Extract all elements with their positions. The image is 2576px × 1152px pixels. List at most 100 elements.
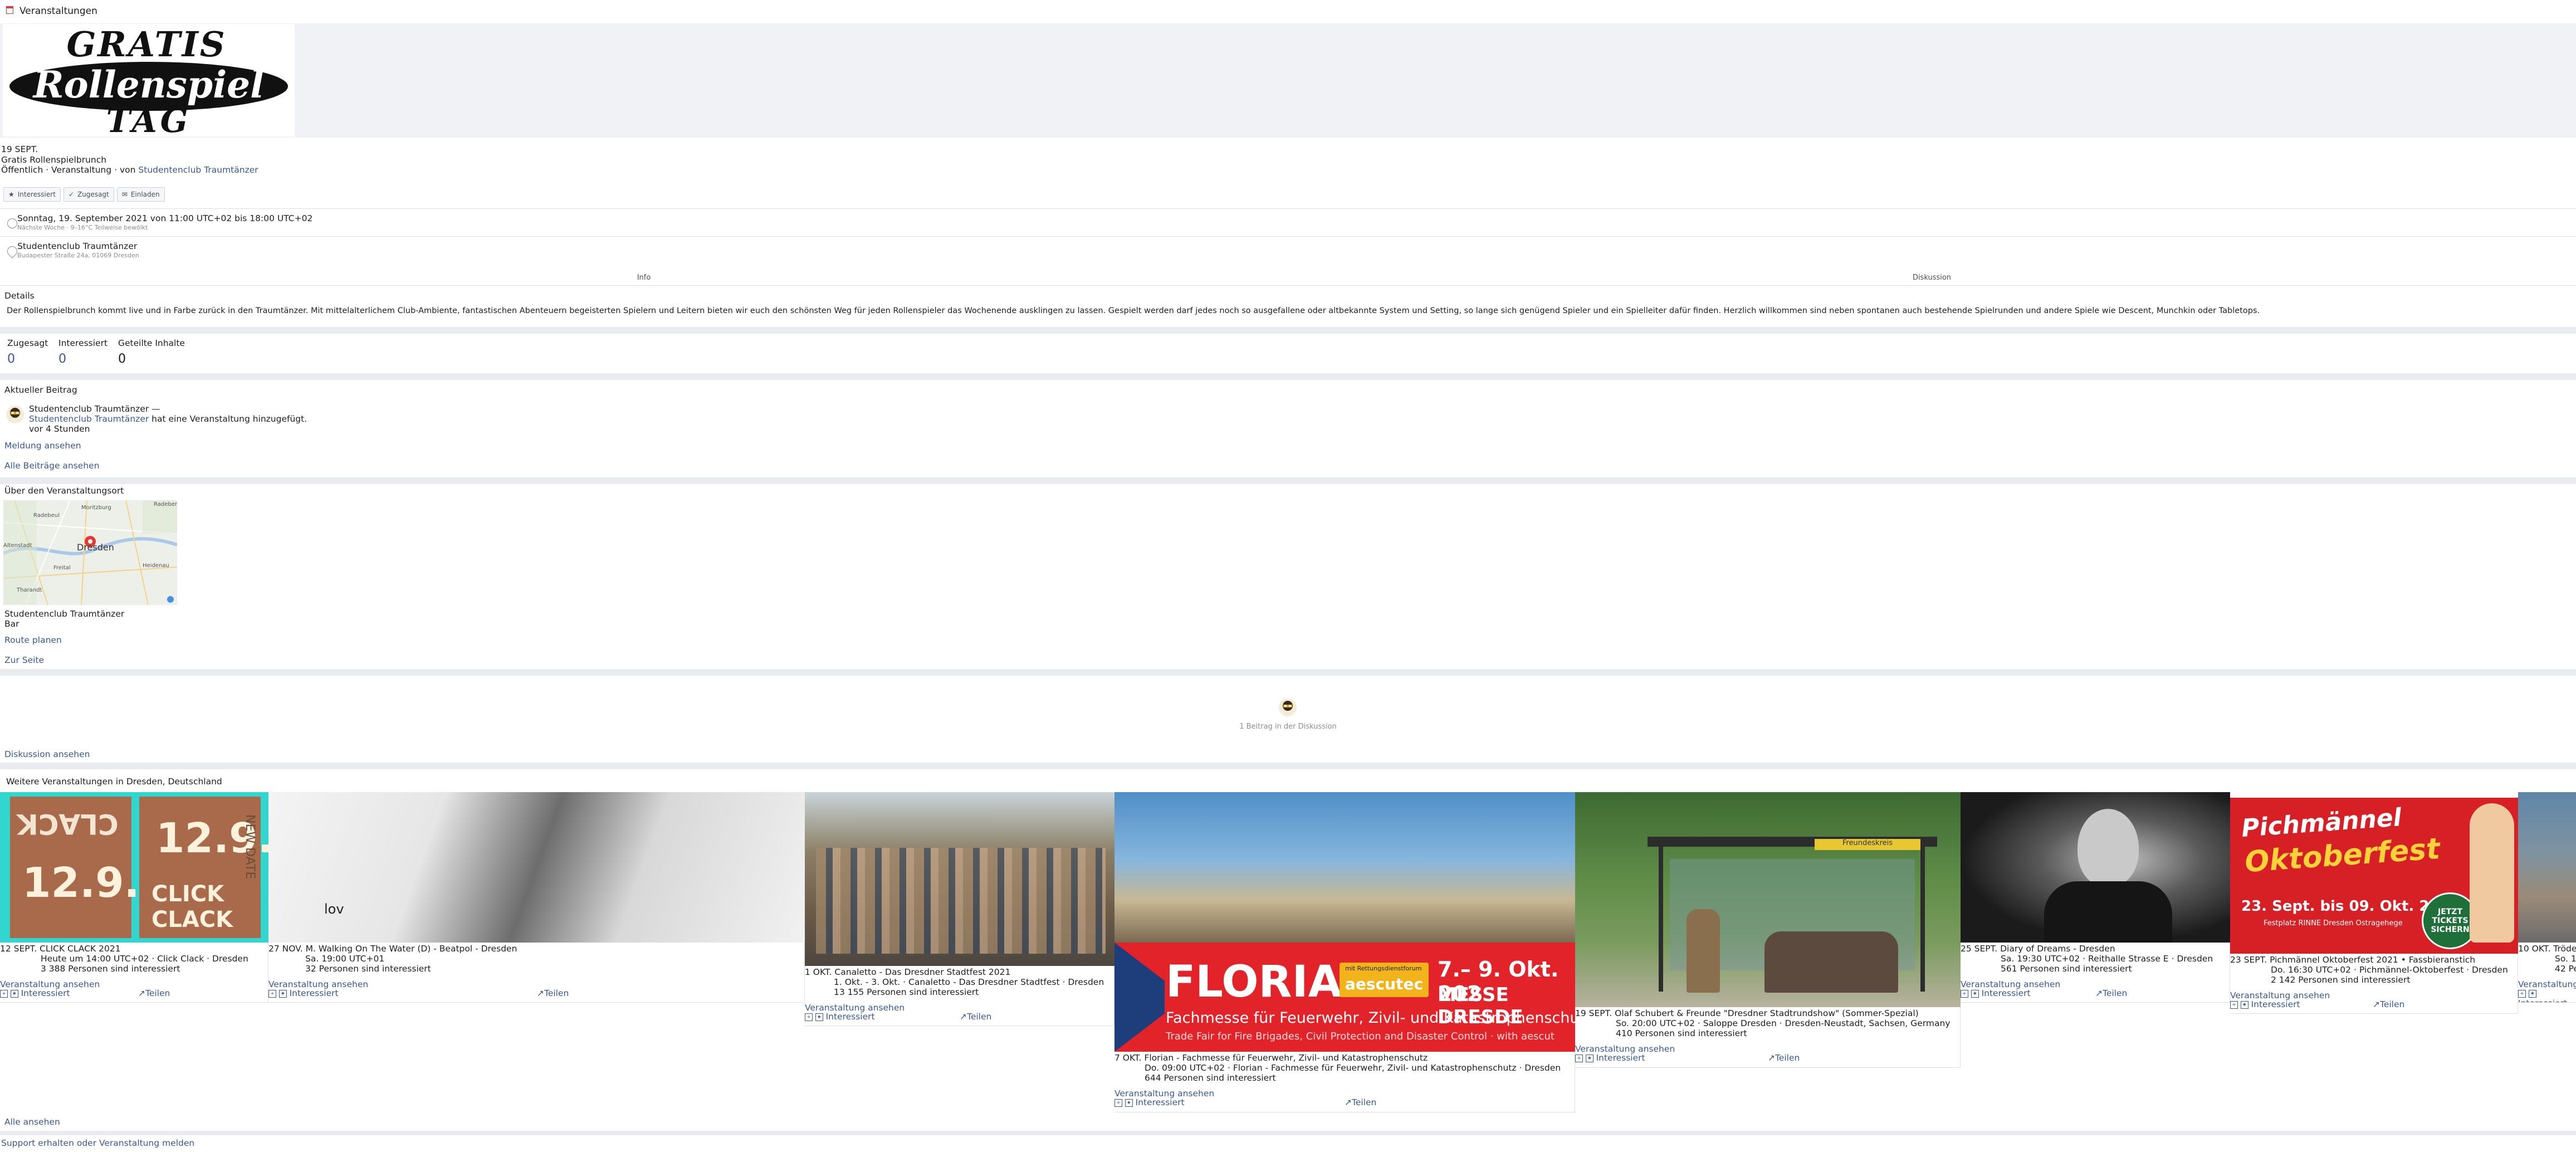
invite-button[interactable]: ✉ Einladen — [116, 187, 165, 202]
details-heading: Details — [4, 291, 35, 301]
view-post-link[interactable]: Meldung ansehen — [4, 441, 81, 451]
share-icon: ↗ — [537, 988, 544, 998]
interested-link[interactable]: Interessiert — [1982, 988, 2031, 998]
tab-info[interactable]: Info — [0, 270, 1288, 286]
star-icon[interactable]: ★ — [2528, 989, 2536, 998]
add-icon[interactable]: + — [268, 989, 276, 998]
event-card-time: So. 1 — [2555, 954, 2576, 964]
event-card[interactable]: 10 OKT. Trödel So. 1 42 Pe Veranstaltung… — [2518, 792, 2576, 1003]
interested-link[interactable]: Interessiert — [826, 1012, 875, 1022]
event-card[interactable]: 25 SEPT. Diary of Dreams - Dresden Sa. 1… — [1961, 792, 2230, 1003]
section-separator — [0, 327, 2576, 334]
star-icon[interactable]: ★ — [815, 1013, 823, 1021]
post-author-link[interactable]: Studentenclub Traumtänzer — [29, 414, 149, 424]
stat-shared-value: 0 — [118, 352, 126, 366]
support-link[interactable]: Support erhalten oder Veranstaltung meld… — [1, 1139, 194, 1148]
event-date-badge: 19 SEPT. — [1, 144, 38, 154]
map-label: Altenstadt — [3, 543, 32, 549]
venue-map[interactable]: Radebeul Moritzburg Radeberg Dresden Alt… — [3, 500, 177, 605]
add-icon[interactable]: + — [1575, 1054, 1583, 1062]
event-card[interactable]: Freundeskreis 19 SEPT. Olaf Schubert & F… — [1575, 792, 1961, 1068]
event-poster — [805, 792, 1115, 966]
stat-going-value[interactable]: 0 — [7, 352, 15, 366]
star-icon[interactable]: ★ — [10, 989, 18, 998]
event-actions: ★ Interessiert ✓ Zugesagt ✉ Einladen — [3, 187, 165, 202]
event-card[interactable]: FLORIAN mit Rettungsdienstforum aescutec… — [1115, 792, 1575, 1112]
going-button[interactable]: ✓ Zugesagt — [63, 187, 114, 202]
event-card-time: Sa. 19:30 UTC+02 · Reithalle Strasse E ·… — [2001, 954, 2213, 964]
interested-link[interactable]: Interessiert — [2518, 998, 2567, 1002]
poster-side: NEW DATE — [243, 814, 257, 880]
event-card[interactable]: lov 27 NOV. M. Walking On The Water (D) … — [268, 792, 805, 1003]
map-label: Heidenau — [143, 563, 169, 569]
event-poster: CLACK 12.9. 12.9. CLICK CLACK NEW DATE — [0, 792, 268, 943]
share-link[interactable]: ↗Teilen — [2095, 988, 2127, 998]
event-poster — [1961, 792, 2230, 943]
event-card[interactable]: CLACK 12.9. 12.9. CLICK CLACK NEW DATE 1… — [0, 792, 268, 1003]
add-icon[interactable]: + — [1961, 989, 1968, 998]
venue-page-link[interactable]: Zur Seite — [4, 656, 44, 665]
event-host-link[interactable]: Studentenclub Traumtänzer — [138, 165, 258, 175]
all-posts-link[interactable]: Alle Beiträge ansehen — [4, 461, 100, 471]
event-card-time: Heute um 14:00 UTC+02 · Click Clack · Dr… — [41, 954, 248, 964]
view-discussion-link[interactable]: Diskussion ansehen — [4, 750, 90, 759]
share-link[interactable]: ↗Teilen — [1345, 1097, 1376, 1107]
poster-sponsor: aescutec — [1345, 975, 1424, 993]
add-icon[interactable]: + — [0, 989, 8, 998]
post-action-line: Studentenclub Traumtänzer hat eine Veran… — [29, 414, 307, 424]
event-location[interactable]: Studentenclub Traumtänzer — [17, 242, 137, 251]
add-icon[interactable]: + — [805, 1013, 813, 1021]
event-time[interactable]: Sonntag, 19. September 2021 von 11:00 UT… — [17, 214, 312, 223]
event-poster — [2518, 792, 2576, 943]
add-icon[interactable]: + — [2518, 989, 2526, 998]
interested-link[interactable]: Interessiert — [2251, 999, 2300, 1009]
event-card-title: 12 SEPT. CLICK CLACK 2021 — [0, 944, 121, 954]
share-link[interactable]: ↗Teilen — [960, 1012, 991, 1022]
map-label: Radebeul — [33, 512, 60, 519]
route-link[interactable]: Route planen — [4, 636, 62, 645]
discussion-count: 1 Beitrag in der Diskussion — [1239, 723, 1337, 731]
event-card-time: So. 20:00 UTC+02 · Saloppe Dresden · Dre… — [1616, 1018, 1951, 1028]
add-icon[interactable]: + — [2230, 1000, 2238, 1009]
star-icon[interactable]: ★ — [1585, 1054, 1593, 1062]
more-events-heading: Weitere Veranstaltungen in Dresden, Deut… — [6, 777, 222, 787]
event-card-interested-count: 3 388 Personen sind interessiert — [41, 964, 180, 974]
post-author: Studentenclub Traumtänzer — — [29, 404, 160, 414]
star-icon[interactable]: ★ — [2240, 1000, 2248, 1009]
event-cover-logo[interactable]: GRATIS Rollenspiel TAG — [3, 24, 295, 140]
share-link[interactable]: ↗Teilen — [138, 988, 170, 998]
star-icon[interactable]: ★ — [1125, 1099, 1133, 1107]
details-text: Der Rollenspielbrunch kommt live und in … — [7, 306, 2260, 315]
section-separator — [0, 373, 2576, 380]
event-poster: Pichmännel Oktoberfest 23. Sept. bis 09.… — [2230, 792, 2518, 954]
avatar[interactable] — [1278, 698, 1297, 717]
avatar[interactable] — [6, 405, 25, 424]
event-poster: FLORIAN mit Rettungsdienstforum aescutec… — [1115, 792, 1575, 1052]
interested-button[interactable]: ★ Interessiert — [3, 187, 61, 202]
star-icon[interactable]: ★ — [278, 989, 287, 998]
event-card[interactable]: Pichmännel Oktoberfest 23. Sept. bis 09.… — [2230, 792, 2518, 1014]
interested-link[interactable]: Interessiert — [1136, 1097, 1185, 1107]
stat-interested-value[interactable]: 0 — [58, 352, 66, 366]
event-card-interested-count: 410 Personen sind interessiert — [1616, 1028, 1747, 1038]
event-card-title: 27 NOV. M. Walking On The Water (D) - Be… — [268, 944, 517, 954]
svg-text:TAG: TAG — [106, 102, 192, 136]
share-link[interactable]: ↗Teilen — [2373, 999, 2404, 1009]
share-link[interactable]: ↗Teilen — [1768, 1053, 1800, 1063]
interested-link[interactable]: Interessiert — [21, 988, 70, 998]
view-all-link[interactable]: Alle ansehen — [4, 1117, 60, 1127]
event-card[interactable]: 1 OKT. Canaletto - Das Dresdner Stadtfes… — [805, 792, 1115, 1026]
map-label: Dresden — [77, 542, 114, 553]
share-link[interactable]: ↗Teilen — [537, 988, 569, 998]
interested-link[interactable]: Interessiert — [290, 988, 339, 998]
poster-place: Festplatz RINNE Dresden Ostragehege — [2264, 919, 2403, 928]
star-icon[interactable]: ★ — [1971, 989, 1979, 998]
share-icon: ↗ — [2373, 999, 2380, 1009]
tab-discussion[interactable]: Diskussion — [1288, 270, 2576, 286]
map-label: Freital — [53, 565, 71, 571]
interested-link[interactable]: Interessiert — [1596, 1053, 1645, 1063]
stat-shared-label: Geteilte Inhalte — [118, 338, 185, 348]
poster-sponsor-note: mit Rettungsdienstforum — [1345, 965, 1422, 972]
event-card-title: 23 SEPT. Pichmännel Oktoberfest 2021 • F… — [2230, 955, 2476, 965]
add-icon[interactable]: + — [1115, 1099, 1122, 1107]
